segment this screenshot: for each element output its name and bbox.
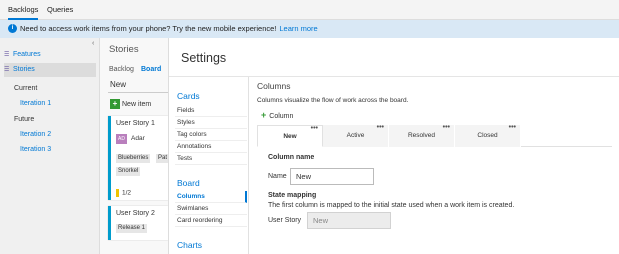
nav-item-tests[interactable]: Tests xyxy=(175,153,247,165)
columns-heading: Columns xyxy=(257,81,291,91)
tag: Snorkel xyxy=(116,167,141,176)
backlog-icon: ☰ xyxy=(4,67,10,73)
nav-item-swimlanes[interactable]: Swimlanes xyxy=(175,203,247,215)
settings-title: Settings xyxy=(181,51,227,65)
nav-group-cards: Cards xyxy=(177,91,200,101)
sidebar-item-features[interactable]: ☰ Features xyxy=(4,48,96,62)
tab-queries[interactable]: Queries xyxy=(47,0,73,20)
iteration-3-link[interactable]: Iteration 3 xyxy=(20,143,112,157)
user-story-state-select[interactable]: New xyxy=(307,212,391,229)
info-icon: i xyxy=(8,24,17,33)
card-title: User Story 2 xyxy=(116,210,155,217)
tag: Blueberries xyxy=(116,154,151,163)
settings-dialog: Settings Cards Fields Styles Tag colors … xyxy=(168,38,619,254)
story-card[interactable]: User Story 2 Release 1 xyxy=(108,206,168,240)
more-options-icon[interactable]: ••• xyxy=(509,124,516,131)
add-column-button[interactable]: + Column xyxy=(261,110,293,120)
state-mapping-heading: State mapping xyxy=(268,192,317,199)
column-tab-closed[interactable]: Closed ••• xyxy=(455,124,521,147)
columns-pane: Columns Columns visualize the flow of wo… xyxy=(257,77,612,254)
state-mapping-description: The first column is mapped to the initia… xyxy=(268,202,515,209)
iteration-2-link[interactable]: Iteration 2 xyxy=(20,128,112,142)
new-item-button[interactable]: + New item xyxy=(110,99,151,109)
plus-icon: + xyxy=(261,110,267,120)
column-name-input[interactable]: New xyxy=(290,168,374,185)
banner-message: Need to access work items from your phon… xyxy=(20,24,318,33)
nav-group-board: Board xyxy=(177,178,200,188)
nav-item-columns[interactable]: Columns xyxy=(175,191,247,203)
left-panel: ‹ ☰ Features ☰ Stories Current Iteration 1… xyxy=(0,38,100,254)
nav-item-styles[interactable]: Styles xyxy=(175,117,247,129)
settings-nav: Cards Fields Styles Tag colors Annotatio… xyxy=(169,77,249,254)
column-name-heading: Column name xyxy=(268,154,315,161)
collapse-chevron-icon[interactable]: ‹ xyxy=(92,40,94,47)
sidebar-item-stories[interactable]: ☰ Stories xyxy=(4,63,96,77)
nav-group-charts[interactable]: Charts xyxy=(177,240,202,250)
column-tab-active[interactable]: Active ••• xyxy=(323,124,389,147)
subnav-board[interactable]: Board xyxy=(141,66,161,73)
tag: Release 1 xyxy=(116,224,148,233)
nav-item-card-reordering[interactable]: Card reordering xyxy=(175,215,247,227)
more-options-icon[interactable]: ••• xyxy=(377,124,384,131)
backlog-icon: ☰ xyxy=(4,52,10,58)
assignee-name: Adar xyxy=(131,135,145,142)
nav-item-fields[interactable]: Fields xyxy=(175,105,247,117)
nav-item-annotations[interactable]: Annotations xyxy=(175,141,247,153)
learn-more-link[interactable]: Learn more xyxy=(279,24,317,33)
user-story-label: User Story xyxy=(268,217,302,224)
task-progress: 1/2 xyxy=(116,189,131,197)
nav-item-tag-colors[interactable]: Tag colors xyxy=(175,129,247,141)
info-banner: i Need to access work items from your ph… xyxy=(0,20,619,38)
iteration-1-link[interactable]: Iteration 1 xyxy=(20,97,112,111)
section-current: Current xyxy=(14,85,38,92)
more-options-icon[interactable]: ••• xyxy=(311,125,318,132)
section-future: Future xyxy=(14,116,35,123)
columns-description: Columns visualize the flow of work acros… xyxy=(257,97,409,104)
name-label: Name xyxy=(268,173,287,180)
story-card[interactable]: User Story 1 AD Adar Blueberries Pat Sno… xyxy=(108,116,170,200)
subnav-backlog[interactable]: Backlog xyxy=(109,66,134,73)
avatar: AD xyxy=(116,134,127,144)
tab-backlogs[interactable]: Backlogs xyxy=(8,0,39,20)
card-title: User Story 1 xyxy=(116,120,155,127)
board-title: Stories xyxy=(109,44,139,55)
top-navigation: Backlogs Queries xyxy=(0,0,619,20)
column-divider xyxy=(108,92,168,93)
column-tabs: New ••• Active ••• Resolved ••• Closed •… xyxy=(257,124,612,147)
task-bar xyxy=(116,189,119,197)
column-tab-resolved[interactable]: Resolved ••• xyxy=(389,124,455,147)
plus-icon: + xyxy=(110,99,120,109)
column-header-new: New xyxy=(110,80,127,89)
column-tab-new[interactable]: New ••• xyxy=(257,125,323,147)
more-options-icon[interactable]: ••• xyxy=(443,124,450,131)
